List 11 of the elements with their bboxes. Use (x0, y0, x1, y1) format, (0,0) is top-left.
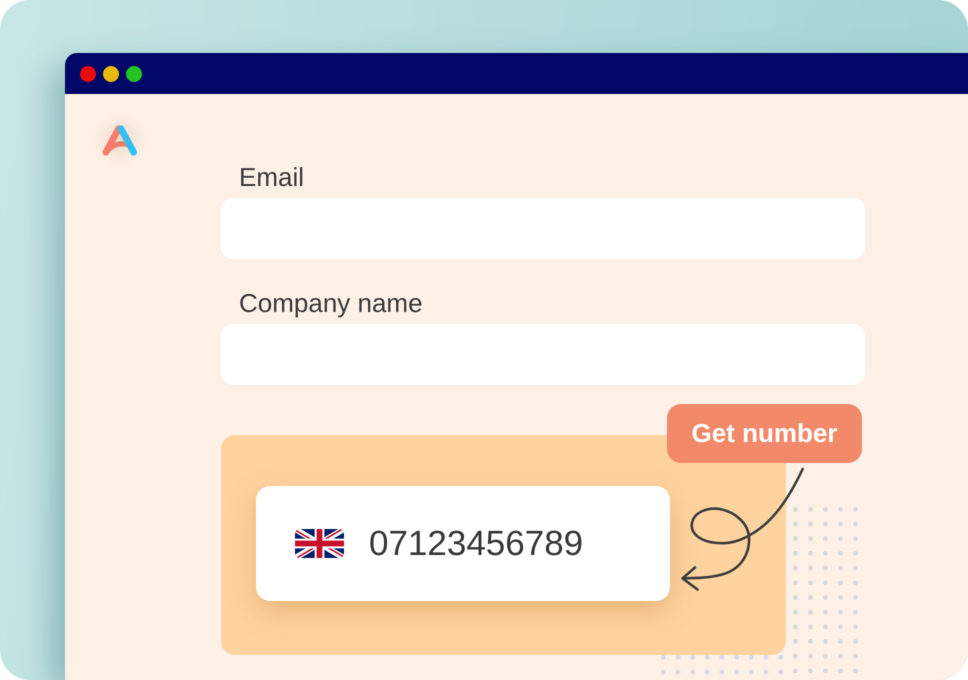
window-minimize-button[interactable] (103, 66, 119, 82)
field-label: Email (238, 163, 304, 191)
phone-number: 07123456789 (369, 524, 584, 564)
input-field[interactable] (221, 198, 865, 259)
field-label: Company name (238, 289, 423, 317)
uk-flag-icon (295, 529, 344, 558)
get-number-button[interactable]: Get number (667, 404, 862, 463)
window-maximize-button[interactable] (126, 66, 142, 82)
input-field[interactable] (221, 324, 865, 385)
window-close-button[interactable] (80, 66, 96, 82)
curly-arrow-icon (681, 468, 804, 591)
